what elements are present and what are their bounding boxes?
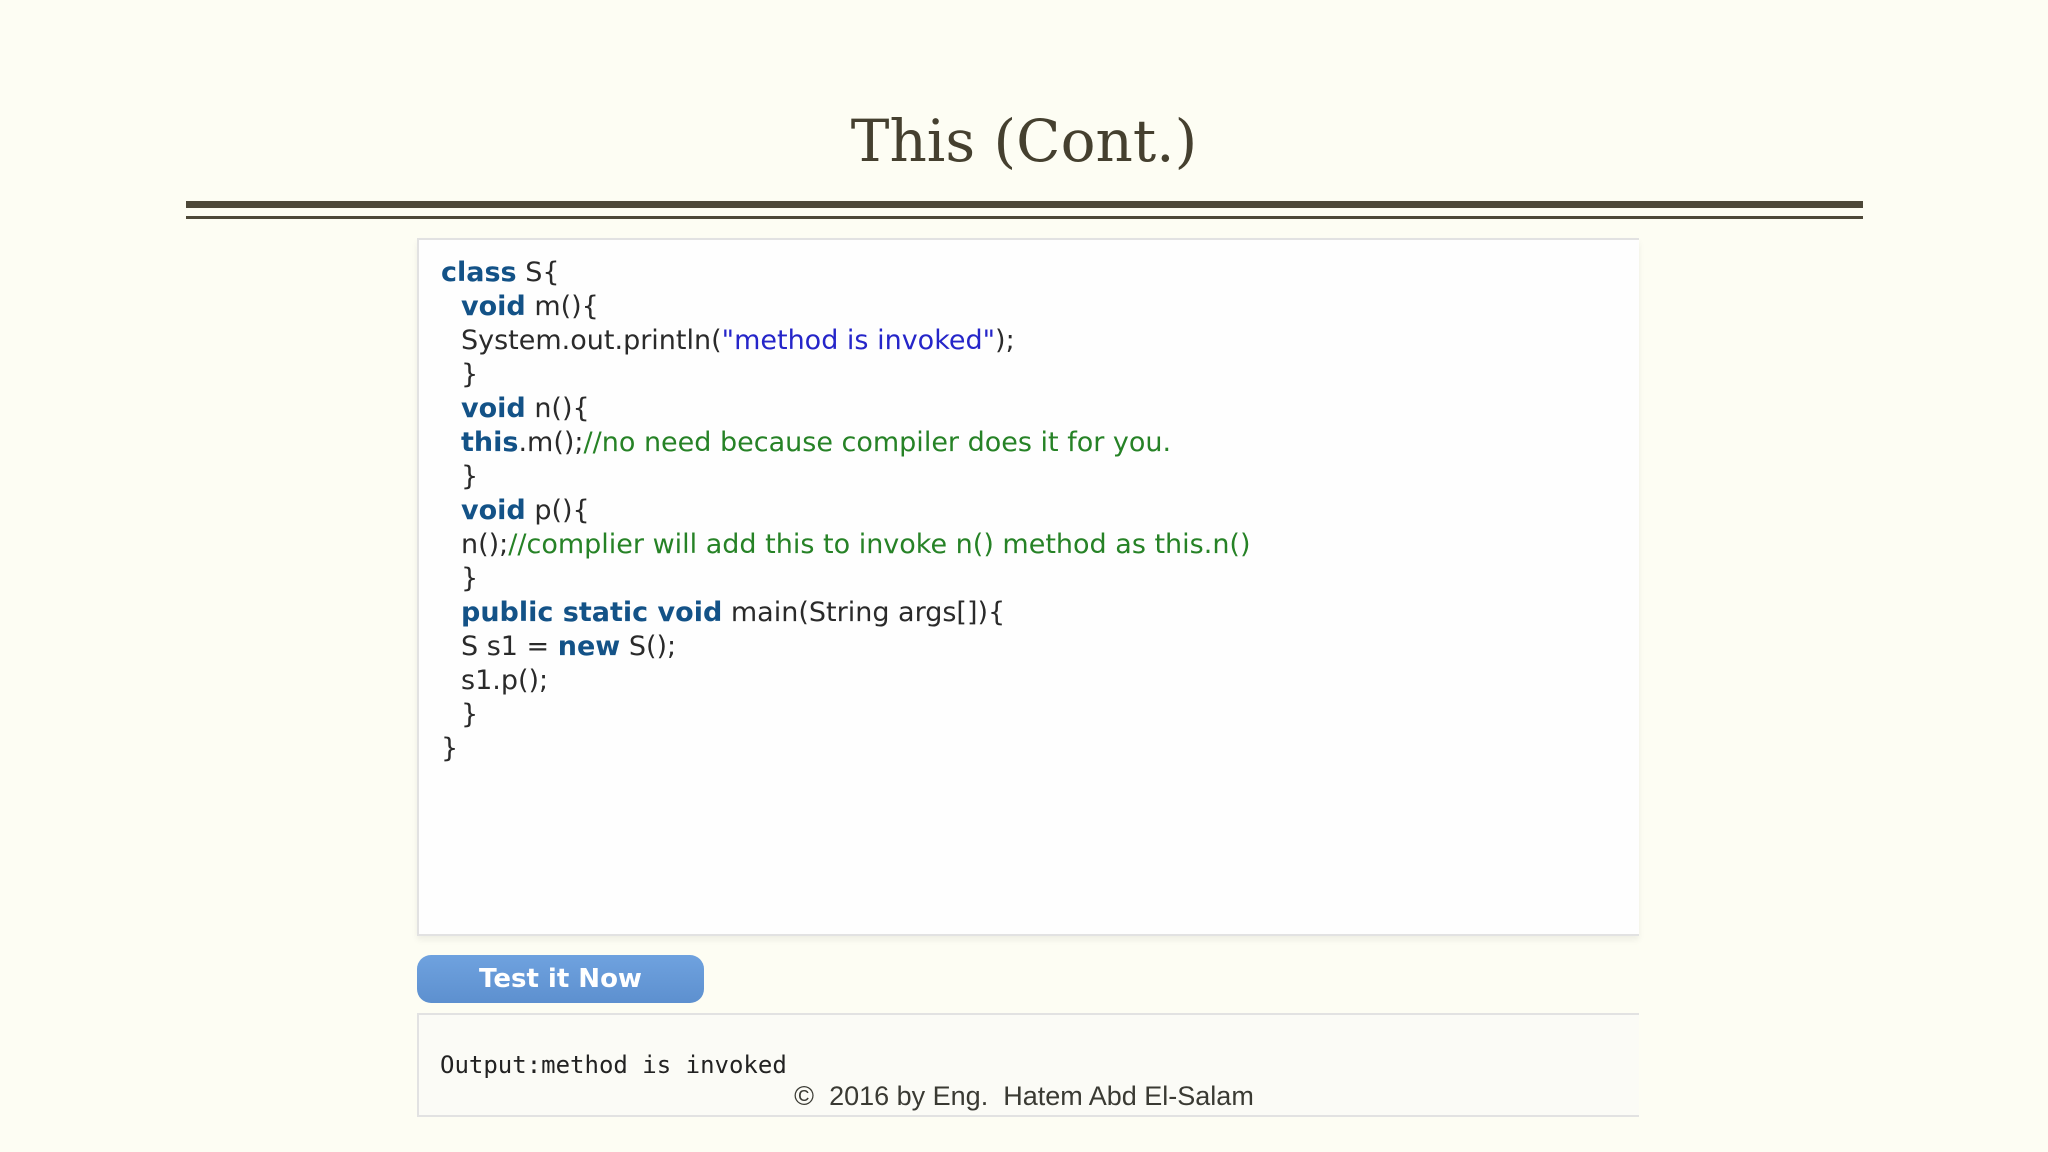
code-line: void p(){: [461, 493, 590, 529]
code-example-panel: class S{ void m(){ System.out.println("m…: [417, 238, 1639, 936]
code-keyword: public static void: [461, 597, 723, 628]
code-line: this.m();//no need because compiler does…: [461, 425, 1171, 461]
code-line: s1.p();: [461, 663, 548, 699]
code-line: void m(){: [461, 289, 599, 325]
test-it-now-button[interactable]: Test it Now: [417, 955, 704, 1003]
copyright-footer: © 2016 by Eng. Hatem Abd El-Salam: [794, 1081, 1254, 1111]
code-text: }: [461, 563, 479, 594]
code-line: n();//complier will add this to invoke n…: [461, 527, 1251, 563]
code-keyword: new: [557, 631, 621, 662]
code-line: }: [461, 697, 478, 733]
code-text: S s1 =: [461, 631, 558, 662]
code-keyword: void: [461, 291, 526, 322]
slide-title: This (Cont.): [850, 107, 1198, 175]
code-keyword: void: [461, 393, 526, 424]
code-text: }: [461, 699, 479, 730]
output-text: Output:method is invoked: [440, 1051, 787, 1079]
code-line: }: [461, 459, 478, 495]
code-text: S();: [620, 631, 677, 662]
code-text: p(){: [525, 495, 590, 526]
title-divider-thin: [186, 216, 1863, 219]
code-keyword: this: [461, 427, 519, 458]
code-text: System.out.println(: [461, 325, 722, 356]
code-text: n();: [461, 529, 509, 560]
code-line: }: [461, 357, 478, 393]
code-comment: //complier will add this to invoke n() m…: [508, 529, 1251, 560]
code-line: class S{: [441, 255, 560, 291]
code-text: main(String args[]){: [722, 597, 1006, 628]
code-line: }: [441, 731, 458, 767]
code-line: }: [461, 561, 478, 597]
code-line: void n(){: [461, 391, 590, 427]
code-keyword: class: [441, 257, 517, 288]
code-text: .m();: [518, 427, 584, 458]
title-divider-thick: [186, 201, 1863, 208]
code-text: m(){: [525, 291, 599, 322]
code-line: public static void main(String args[]){: [461, 595, 1005, 631]
code-text: s1.p();: [461, 665, 549, 696]
code-text: S{: [516, 257, 560, 288]
code-comment: //no need because compiler does it for y…: [583, 427, 1172, 458]
code-text: n(){: [525, 393, 590, 424]
code-text: }: [461, 461, 479, 492]
code-string: "method is invoked": [721, 325, 996, 356]
code-text: );: [995, 325, 1015, 356]
code-text: }: [461, 359, 479, 390]
code-text: }: [441, 733, 459, 764]
code-keyword: void: [461, 495, 526, 526]
code-line: System.out.println("method is invoked");: [461, 323, 1015, 359]
code-line: S s1 = new S();: [461, 629, 676, 665]
